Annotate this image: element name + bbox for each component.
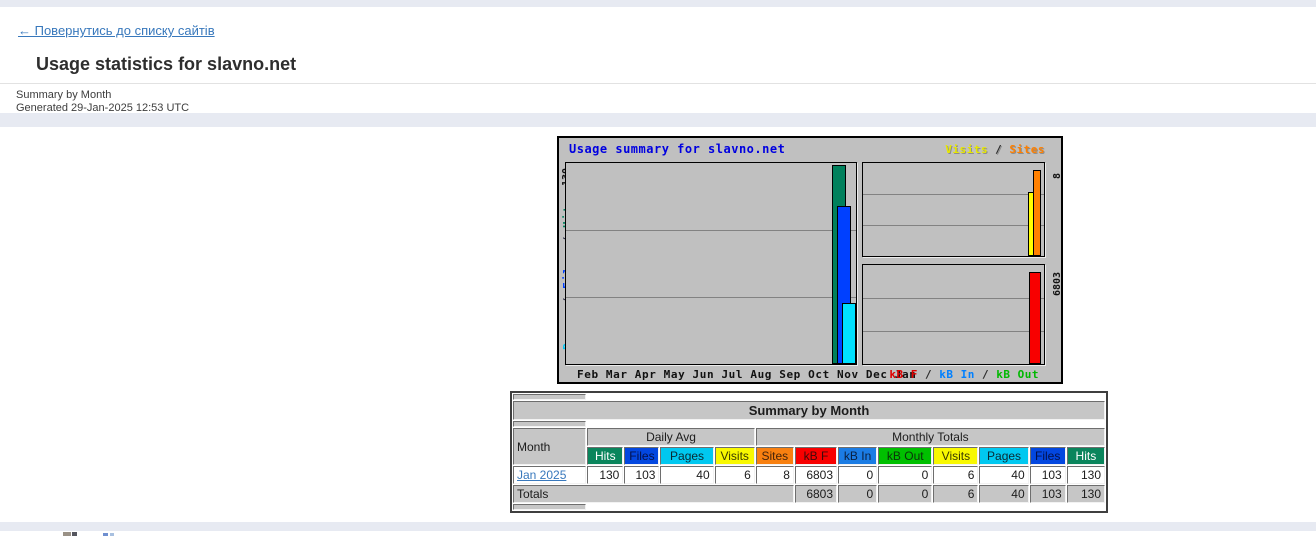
usage-summary-chart: Usage summary for slavno.net Visits / Si… (557, 136, 1063, 384)
table-title: Summary by Month (513, 401, 1105, 420)
gridline (863, 225, 1044, 226)
totals-value-cell: 103 (1030, 485, 1066, 503)
summary-by-month-label: Summary by Month (16, 89, 111, 101)
months-axis-labels: Feb Mar Apr May Jun Jul Aug Sep Oct Nov … (577, 368, 916, 381)
gridline (863, 298, 1044, 299)
gridline (863, 194, 1044, 195)
chart-legend-kbytes: kB F / kB In / kB Out (889, 368, 1039, 381)
value-cell: 6 (715, 466, 755, 484)
header-divider (0, 83, 1316, 84)
monthly-totals-header: Monthly Totals (756, 428, 1105, 446)
page-header: ← Повернутись до списку сайтів Usage sta… (0, 7, 1316, 113)
legend-part: kB In (939, 368, 975, 381)
metric-header-kb-in: kB In (838, 447, 877, 465)
month-link[interactable]: Jan 2025 (517, 468, 566, 482)
generated-timestamp: Generated 29-Jan-2025 12:53 UTC (16, 102, 189, 114)
metric-header-row: HitsFilesPagesVisitsSiteskB FkB InkB Out… (513, 447, 1105, 465)
spacer-row (513, 504, 1105, 510)
gridline (566, 230, 856, 231)
value-cell: 103 (1030, 466, 1066, 484)
metric-header-hits: Hits (1067, 447, 1105, 465)
totals-value-cell: 130 (1067, 485, 1105, 503)
totals-value-cell: 0 (878, 485, 932, 503)
sites-axis-max-label: 8 (1052, 173, 1063, 179)
totals-value-cell: 0 (838, 485, 877, 503)
month-data-row: Jan 20251301034068680300640103130 (513, 466, 1105, 484)
legend-part: Sites (1009, 143, 1045, 156)
chart-title: Usage summary for slavno.net (569, 142, 785, 156)
metric-header-visits: Visits (933, 447, 978, 465)
kb-axis-max-label: 6803 (1052, 272, 1063, 296)
totals-value-cell: 6803 (795, 485, 837, 503)
value-cell: 0 (838, 466, 877, 484)
pages-bar (842, 303, 856, 364)
legend-part: Visits (945, 143, 988, 156)
clipped-next-section-fragment (63, 532, 71, 536)
month-cell: Jan 2025 (513, 466, 586, 484)
legend-part: kB F (889, 368, 918, 381)
metric-header-files: Files (624, 447, 659, 465)
value-cell: 6803 (795, 466, 837, 484)
legend-part: / (975, 368, 996, 381)
summary-by-month-table: Summary by Month Month Daily Avg Monthly… (510, 391, 1108, 513)
value-cell: 130 (1067, 466, 1105, 484)
sites-bar (1033, 170, 1041, 256)
legend-part: kB Out (996, 368, 1039, 381)
hits-files-pages-panel (565, 162, 857, 365)
metric-header-visits: Visits (715, 447, 755, 465)
legend-part: / (988, 143, 1009, 156)
clipped-next-section-fragment (72, 532, 77, 536)
value-cell: 40 (979, 466, 1028, 484)
metric-header-pages: Pages (660, 447, 713, 465)
totals-value-cell: 6 (933, 485, 978, 503)
metric-header-pages: Pages (979, 447, 1028, 465)
totals-label-cell: Totals (513, 485, 794, 503)
value-cell: 130 (587, 466, 623, 484)
value-cell: 40 (660, 466, 713, 484)
metric-header-kb-f: kB F (795, 447, 837, 465)
month-column-header: Month (513, 428, 586, 465)
metric-header-kb-out: kB Out (878, 447, 932, 465)
gridline (863, 331, 1044, 332)
kbf-bar (1029, 272, 1041, 364)
page-title: Usage statistics for slavno.net (36, 54, 296, 75)
spacer-row (513, 394, 1105, 400)
value-cell: 6 (933, 466, 978, 484)
page-top-band (0, 0, 1316, 7)
back-to-site-list-link[interactable]: ← Повернутись до списку сайтів (18, 23, 215, 38)
spacer-row (513, 421, 1105, 427)
metric-header-hits: Hits (587, 447, 623, 465)
gridline (566, 297, 856, 298)
metric-header-files: Files (1030, 447, 1066, 465)
value-cell: 8 (756, 466, 794, 484)
metric-header-sites: Sites (756, 447, 794, 465)
totals-value-cell: 40 (979, 485, 1028, 503)
page-bottom-band (0, 522, 1316, 531)
value-cell: 103 (624, 466, 659, 484)
totals-row: Totals680300640103130 (513, 485, 1105, 503)
legend-part: / (918, 368, 939, 381)
kbytes-panel (862, 264, 1045, 365)
section-gap-band (0, 113, 1316, 127)
chart-legend-visits-sites: Visits / Sites (945, 143, 1045, 156)
value-cell: 0 (878, 466, 932, 484)
daily-avg-header: Daily Avg (587, 428, 755, 446)
visits-sites-panel (862, 162, 1045, 257)
